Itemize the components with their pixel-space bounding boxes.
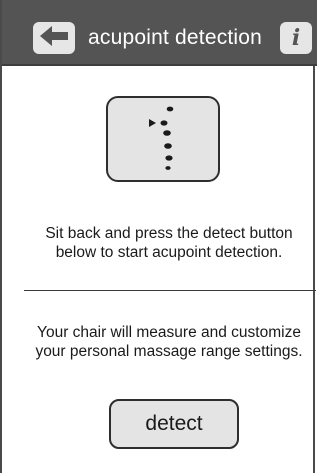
instruction-line: Sit back and press the detect button xyxy=(45,225,293,242)
description-text: Your chair will measure and customize yo… xyxy=(24,323,314,361)
info-button[interactable]: i xyxy=(280,22,312,54)
back-arrow-icon xyxy=(39,25,69,52)
acupoint-illustration xyxy=(106,96,220,182)
description-line: your personal massage range settings. xyxy=(35,343,303,360)
instruction-text: Sit back and press the detect button bel… xyxy=(24,224,314,262)
title-bar: acupoint detection i xyxy=(2,0,317,66)
screen-frame: acupoint detection i Sit back and press … xyxy=(0,0,317,473)
detect-button[interactable]: detect xyxy=(109,399,239,449)
info-icon: i xyxy=(291,25,301,51)
back-button[interactable] xyxy=(33,22,75,54)
description-line: Your chair will measure and customize xyxy=(37,324,301,341)
page-title: acupoint detection xyxy=(88,26,263,49)
spine-acupoint-icon xyxy=(149,106,174,170)
divider xyxy=(24,290,316,291)
instruction-line: below to start acupoint detection. xyxy=(55,244,283,261)
